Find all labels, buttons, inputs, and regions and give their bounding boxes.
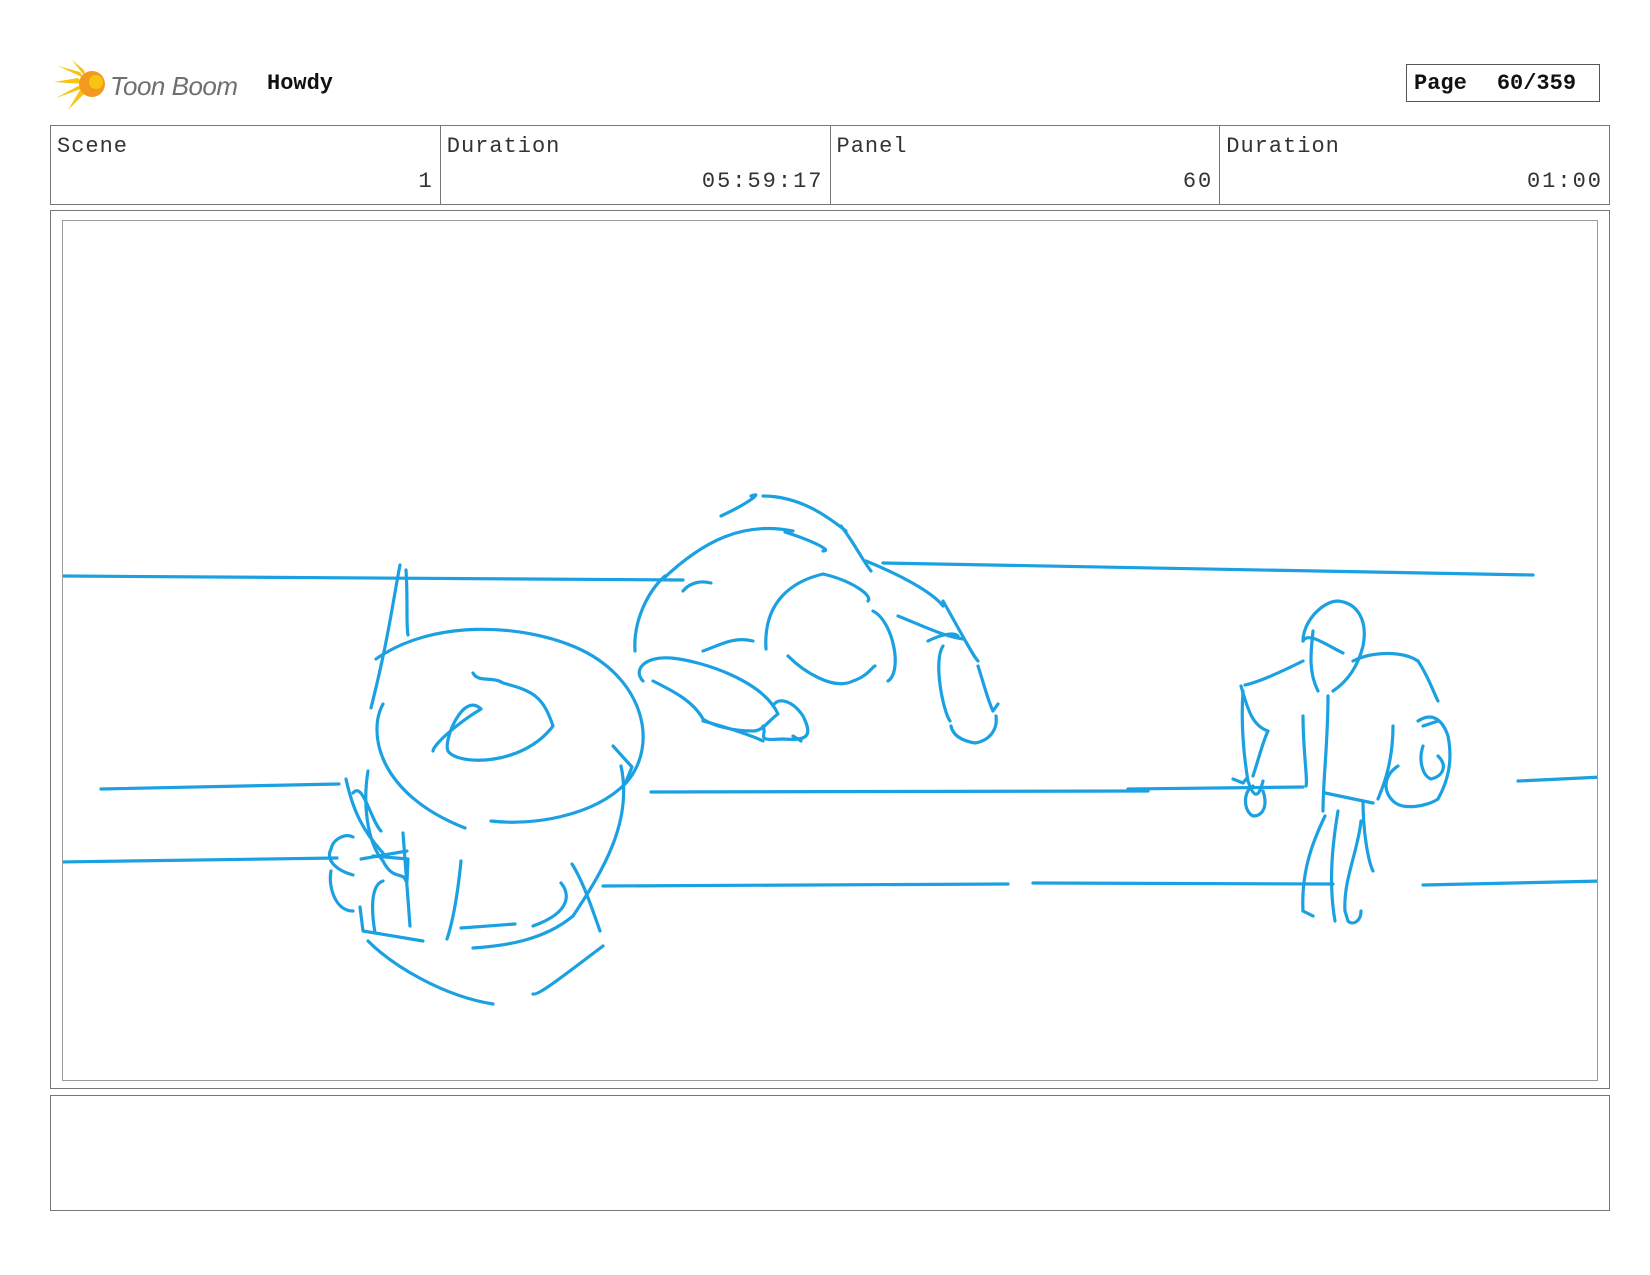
- panel-duration-label: Duration: [1226, 134, 1340, 159]
- project-title: Howdy: [267, 71, 334, 96]
- panel-label: Panel: [836, 134, 908, 159]
- panel-sketch-drawing: [63, 493, 1597, 1006]
- page-label: Page: [1414, 70, 1467, 96]
- scene-duration-cell: Duration 05:59:17: [441, 126, 831, 204]
- storyboard-panel-frame: [50, 210, 1610, 1089]
- scene-cell: Scene 1: [51, 126, 441, 204]
- toon-boom-logo: Toon Boom: [54, 58, 244, 112]
- logo-text: Toon Boom: [110, 71, 238, 101]
- page-value: 60/359: [1496, 70, 1577, 96]
- panel-value: 60: [1182, 169, 1214, 194]
- panel-cell: Panel 60: [831, 126, 1221, 204]
- toon-boom-burst-icon: [54, 60, 105, 110]
- scene-value: 1: [418, 169, 434, 194]
- page-header: Toon Boom Howdy Page 60/359: [50, 55, 1610, 115]
- panel-duration-value: 01:00: [1526, 169, 1603, 194]
- page-indicator: Page 60/359: [1406, 64, 1600, 102]
- scene-info-table: Scene 1 Duration 05:59:17 Panel 60 Durat…: [50, 125, 1610, 205]
- panel-notes-box[interactable]: [50, 1095, 1610, 1211]
- panel-duration-cell: Duration 01:00: [1220, 126, 1609, 204]
- scene-label: Scene: [57, 134, 129, 159]
- storyboard-panel[interactable]: [62, 220, 1598, 1081]
- scene-duration-value: 05:59:17: [701, 169, 824, 194]
- scene-duration-label: Duration: [446, 134, 561, 159]
